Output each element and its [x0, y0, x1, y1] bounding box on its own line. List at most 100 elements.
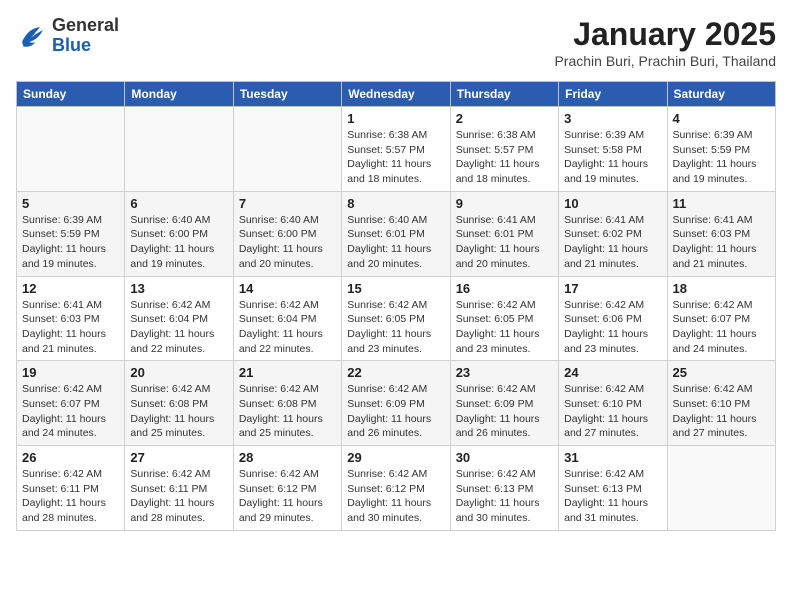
day-number: 14	[239, 281, 336, 296]
calendar-cell	[125, 107, 233, 192]
calendar-cell	[667, 446, 775, 531]
calendar-cell: 22 Sunrise: 6:42 AM Sunset: 6:09 PM Dayli…	[342, 361, 450, 446]
weekday-header: Sunday	[17, 82, 125, 107]
weekday-header: Wednesday	[342, 82, 450, 107]
day-info: Sunrise: 6:42 AM Sunset: 6:10 PM Dayligh…	[673, 382, 770, 441]
logo: General Blue	[16, 16, 119, 56]
day-info: Sunrise: 6:42 AM Sunset: 6:13 PM Dayligh…	[456, 467, 553, 526]
calendar-cell: 29 Sunrise: 6:42 AM Sunset: 6:12 PM Dayli…	[342, 446, 450, 531]
day-info: Sunrise: 6:42 AM Sunset: 6:12 PM Dayligh…	[239, 467, 336, 526]
logo-bird-icon	[16, 21, 46, 51]
logo-general: General	[52, 15, 119, 35]
calendar-cell	[233, 107, 341, 192]
day-info: Sunrise: 6:42 AM Sunset: 6:05 PM Dayligh…	[347, 298, 444, 357]
day-info: Sunrise: 6:40 AM Sunset: 6:01 PM Dayligh…	[347, 213, 444, 272]
day-number: 17	[564, 281, 661, 296]
day-info: Sunrise: 6:41 AM Sunset: 6:01 PM Dayligh…	[456, 213, 553, 272]
day-info: Sunrise: 6:42 AM Sunset: 6:12 PM Dayligh…	[347, 467, 444, 526]
calendar-cell: 20 Sunrise: 6:42 AM Sunset: 6:08 PM Dayli…	[125, 361, 233, 446]
month-title: January 2025	[554, 16, 776, 53]
day-info: Sunrise: 6:39 AM Sunset: 5:59 PM Dayligh…	[22, 213, 119, 272]
calendar-cell: 9 Sunrise: 6:41 AM Sunset: 6:01 PM Daylig…	[450, 191, 558, 276]
day-info: Sunrise: 6:42 AM Sunset: 6:11 PM Dayligh…	[130, 467, 227, 526]
day-info: Sunrise: 6:41 AM Sunset: 6:03 PM Dayligh…	[22, 298, 119, 357]
logo-text: General Blue	[52, 16, 119, 56]
day-number: 29	[347, 450, 444, 465]
calendar-cell: 7 Sunrise: 6:40 AM Sunset: 6:00 PM Daylig…	[233, 191, 341, 276]
calendar-cell: 13 Sunrise: 6:42 AM Sunset: 6:04 PM Dayli…	[125, 276, 233, 361]
day-number: 7	[239, 196, 336, 211]
calendar-cell: 24 Sunrise: 6:42 AM Sunset: 6:10 PM Dayli…	[559, 361, 667, 446]
calendar-table: SundayMondayTuesdayWednesdayThursdayFrid…	[16, 81, 776, 531]
day-number: 18	[673, 281, 770, 296]
calendar-cell: 31 Sunrise: 6:42 AM Sunset: 6:13 PM Dayli…	[559, 446, 667, 531]
day-info: Sunrise: 6:42 AM Sunset: 6:09 PM Dayligh…	[347, 382, 444, 441]
day-info: Sunrise: 6:42 AM Sunset: 6:11 PM Dayligh…	[22, 467, 119, 526]
day-number: 31	[564, 450, 661, 465]
calendar-week-row: 12 Sunrise: 6:41 AM Sunset: 6:03 PM Dayli…	[17, 276, 776, 361]
day-info: Sunrise: 6:38 AM Sunset: 5:57 PM Dayligh…	[347, 128, 444, 187]
calendar-week-row: 19 Sunrise: 6:42 AM Sunset: 6:07 PM Dayli…	[17, 361, 776, 446]
location-title: Prachin Buri, Prachin Buri, Thailand	[554, 53, 776, 69]
day-info: Sunrise: 6:40 AM Sunset: 6:00 PM Dayligh…	[239, 213, 336, 272]
day-info: Sunrise: 6:42 AM Sunset: 6:13 PM Dayligh…	[564, 467, 661, 526]
day-info: Sunrise: 6:42 AM Sunset: 6:08 PM Dayligh…	[239, 382, 336, 441]
day-number: 15	[347, 281, 444, 296]
day-info: Sunrise: 6:39 AM Sunset: 5:59 PM Dayligh…	[673, 128, 770, 187]
weekday-header: Monday	[125, 82, 233, 107]
day-info: Sunrise: 6:42 AM Sunset: 6:07 PM Dayligh…	[22, 382, 119, 441]
day-info: Sunrise: 6:39 AM Sunset: 5:58 PM Dayligh…	[564, 128, 661, 187]
calendar-cell: 21Sunrise: 6:42 AM Sunset: 6:08 PM Dayli…	[233, 361, 341, 446]
day-number: 5	[22, 196, 119, 211]
weekday-header: Thursday	[450, 82, 558, 107]
calendar-cell: 8Sunrise: 6:40 AM Sunset: 6:01 PM Daylig…	[342, 191, 450, 276]
calendar-cell: 16Sunrise: 6:42 AM Sunset: 6:05 PM Dayli…	[450, 276, 558, 361]
day-number: 25	[673, 365, 770, 380]
day-number: 20	[130, 365, 227, 380]
day-number: 6	[130, 196, 227, 211]
day-number: 10	[564, 196, 661, 211]
day-info: Sunrise: 6:42 AM Sunset: 6:09 PM Dayligh…	[456, 382, 553, 441]
calendar-cell: 26 Sunrise: 6:42 AM Sunset: 6:11 PM Dayli…	[17, 446, 125, 531]
day-number: 13	[130, 281, 227, 296]
day-number: 9	[456, 196, 553, 211]
day-number: 30	[456, 450, 553, 465]
day-info: Sunrise: 6:41 AM Sunset: 6:02 PM Dayligh…	[564, 213, 661, 272]
calendar-cell: 23Sunrise: 6:42 AM Sunset: 6:09 PM Dayli…	[450, 361, 558, 446]
day-info: Sunrise: 6:42 AM Sunset: 6:04 PM Dayligh…	[130, 298, 227, 357]
day-info: Sunrise: 6:42 AM Sunset: 6:10 PM Dayligh…	[564, 382, 661, 441]
page-header: General Blue January 2025 Prachin Buri, …	[16, 16, 776, 69]
day-info: Sunrise: 6:42 AM Sunset: 6:08 PM Dayligh…	[130, 382, 227, 441]
calendar-cell: 11 Sunrise: 6:41 AM Sunset: 6:03 PM Dayli…	[667, 191, 775, 276]
calendar-cell: 6Sunrise: 6:40 AM Sunset: 6:00 PM Daylig…	[125, 191, 233, 276]
title-block: January 2025 Prachin Buri, Prachin Buri,…	[554, 16, 776, 69]
calendar-week-row: 1Sunrise: 6:38 AM Sunset: 5:57 PM Daylig…	[17, 107, 776, 192]
day-number: 22	[347, 365, 444, 380]
calendar-cell: 19 Sunrise: 6:42 AM Sunset: 6:07 PM Dayli…	[17, 361, 125, 446]
calendar-cell: 4 Sunrise: 6:39 AM Sunset: 5:59 PM Daylig…	[667, 107, 775, 192]
calendar-cell: 18 Sunrise: 6:42 AM Sunset: 6:07 PM Dayli…	[667, 276, 775, 361]
calendar-cell: 14 Sunrise: 6:42 AM Sunset: 6:04 PM Dayli…	[233, 276, 341, 361]
day-number: 11	[673, 196, 770, 211]
weekday-header-row: SundayMondayTuesdayWednesdayThursdayFrid…	[17, 82, 776, 107]
day-info: Sunrise: 6:42 AM Sunset: 6:04 PM Dayligh…	[239, 298, 336, 357]
day-info: Sunrise: 6:42 AM Sunset: 6:06 PM Dayligh…	[564, 298, 661, 357]
calendar-week-row: 5 Sunrise: 6:39 AM Sunset: 5:59 PM Daylig…	[17, 191, 776, 276]
day-number: 12	[22, 281, 119, 296]
day-number: 26	[22, 450, 119, 465]
day-number: 2	[456, 111, 553, 126]
day-number: 4	[673, 111, 770, 126]
calendar-cell: 30 Sunrise: 6:42 AM Sunset: 6:13 PM Dayli…	[450, 446, 558, 531]
calendar-cell: 10 Sunrise: 6:41 AM Sunset: 6:02 PM Dayli…	[559, 191, 667, 276]
day-info: Sunrise: 6:41 AM Sunset: 6:03 PM Dayligh…	[673, 213, 770, 272]
day-number: 24	[564, 365, 661, 380]
calendar-cell: 1Sunrise: 6:38 AM Sunset: 5:57 PM Daylig…	[342, 107, 450, 192]
day-number: 16	[456, 281, 553, 296]
calendar-cell: 25 Sunrise: 6:42 AM Sunset: 6:10 PM Dayli…	[667, 361, 775, 446]
calendar-cell: 17 Sunrise: 6:42 AM Sunset: 6:06 PM Dayli…	[559, 276, 667, 361]
day-number: 27	[130, 450, 227, 465]
day-info: Sunrise: 6:42 AM Sunset: 6:07 PM Dayligh…	[673, 298, 770, 357]
weekday-header: Tuesday	[233, 82, 341, 107]
day-number: 19	[22, 365, 119, 380]
calendar-week-row: 26 Sunrise: 6:42 AM Sunset: 6:11 PM Dayli…	[17, 446, 776, 531]
